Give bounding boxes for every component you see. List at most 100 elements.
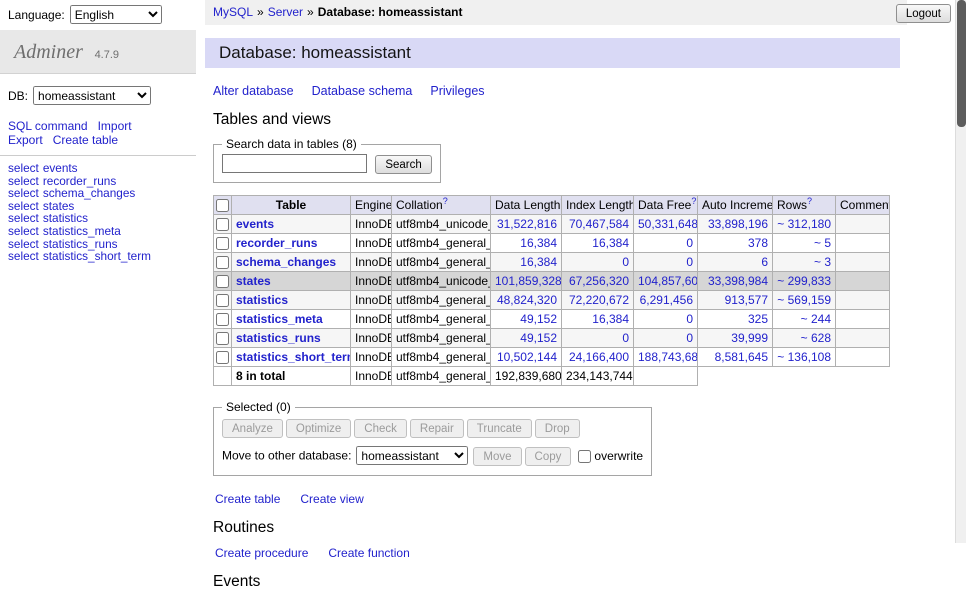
- auto-increment-link[interactable]: 8,581,645: [715, 350, 768, 364]
- sql-command-link[interactable]: SQL command: [8, 119, 88, 133]
- language-select[interactable]: English: [70, 5, 162, 24]
- overwrite-checkbox[interactable]: [578, 450, 591, 463]
- auto-increment-link[interactable]: 33,398,984: [708, 274, 768, 288]
- index-length-link[interactable]: 72,220,672: [569, 293, 629, 307]
- row-checkbox[interactable]: [216, 256, 229, 269]
- table-link[interactable]: events: [43, 161, 78, 175]
- data-free-link[interactable]: 0: [686, 236, 693, 250]
- index-length-link[interactable]: 0: [622, 255, 629, 269]
- index-length-link[interactable]: 70,467,584: [569, 217, 629, 231]
- create-table-link[interactable]: Create table: [53, 133, 118, 147]
- select-link[interactable]: select: [8, 249, 39, 263]
- rows-count-link[interactable]: ~ 5: [814, 236, 831, 250]
- auto-increment-link[interactable]: 39,999: [731, 331, 768, 345]
- table-name-link[interactable]: statistics_runs: [236, 331, 321, 345]
- col-header-auto-increment: Auto Increment?: [698, 196, 773, 215]
- rows-count-link[interactable]: ~ 569,159: [777, 293, 831, 307]
- rows-count-link[interactable]: ~ 312,180: [777, 217, 831, 231]
- data-length-link[interactable]: 16,384: [520, 255, 557, 269]
- privileges-link[interactable]: Privileges: [430, 84, 484, 98]
- data-free-link[interactable]: 0: [686, 255, 693, 269]
- table-name-link[interactable]: recorder_runs: [236, 236, 317, 250]
- analyze-button[interactable]: Analyze: [222, 419, 283, 438]
- row-checkbox[interactable]: [216, 351, 229, 364]
- data-free-link[interactable]: 188,743,680: [638, 350, 698, 364]
- table-link[interactable]: statistics_meta: [43, 224, 121, 238]
- data-length-link[interactable]: 31,522,816: [497, 217, 557, 231]
- scrollbar-thumb[interactable]: [957, 0, 966, 127]
- check-button[interactable]: Check: [354, 419, 407, 438]
- table-name-link[interactable]: statistics_meta: [236, 312, 323, 326]
- data-length-link[interactable]: 16,384: [520, 236, 557, 250]
- app-name[interactable]: Adminer: [14, 41, 83, 63]
- alter-database-link[interactable]: Alter database: [213, 84, 294, 98]
- logout-button[interactable]: Logout: [896, 4, 951, 23]
- optimize-button[interactable]: Optimize: [286, 419, 351, 438]
- copy-button[interactable]: Copy: [525, 447, 572, 466]
- move-db-select[interactable]: homeassistant: [356, 446, 468, 465]
- db-select[interactable]: homeassistant: [33, 86, 151, 105]
- rows-count-link[interactable]: ~ 136,108: [777, 350, 831, 364]
- data-free-link[interactable]: 0: [686, 331, 693, 345]
- table-link[interactable]: statistics_short_term: [43, 249, 151, 263]
- data-free-link[interactable]: 50,331,648: [638, 217, 698, 231]
- table-name-link[interactable]: events: [236, 217, 274, 231]
- create-table-link-main[interactable]: Create table: [215, 492, 280, 506]
- row-checkbox[interactable]: [216, 313, 229, 326]
- index-length-link[interactable]: 16,384: [592, 312, 629, 326]
- data-free-link[interactable]: 104,857,600: [638, 274, 698, 288]
- repair-button[interactable]: Repair: [410, 419, 464, 438]
- row-checkbox[interactable]: [216, 294, 229, 307]
- vertical-scrollbar[interactable]: [955, 0, 966, 543]
- data-length-link[interactable]: 49,152: [520, 331, 557, 345]
- rows-count-link[interactable]: ~ 3: [814, 255, 831, 269]
- breadcrumb-mysql-link[interactable]: MySQL: [213, 5, 253, 19]
- database-schema-link[interactable]: Database schema: [312, 84, 413, 98]
- row-checkbox[interactable]: [216, 275, 229, 288]
- table-name-link[interactable]: schema_changes: [236, 255, 336, 269]
- auto-increment-link[interactable]: 6: [761, 255, 768, 269]
- create-view-link[interactable]: Create view: [300, 492, 363, 506]
- engine-cell: InnoDB: [351, 310, 392, 329]
- rows-count-link[interactable]: ~ 244: [801, 312, 831, 326]
- index-length-link[interactable]: 67,256,320: [569, 274, 629, 288]
- data-length-link[interactable]: 10,502,144: [497, 350, 557, 364]
- search-button[interactable]: Search: [375, 155, 431, 174]
- auto-increment-link[interactable]: 378: [748, 236, 768, 250]
- breadcrumb-current: Database: homeassistant: [318, 5, 463, 19]
- auto-increment-link[interactable]: 913,577: [725, 293, 768, 307]
- create-procedure-link[interactable]: Create procedure: [215, 546, 308, 560]
- truncate-button[interactable]: Truncate: [467, 419, 532, 438]
- auto-increment-link[interactable]: 33,898,196: [708, 217, 768, 231]
- data-free-help-link[interactable]: ?: [691, 196, 696, 206]
- select-link[interactable]: select: [8, 161, 39, 175]
- index-length-link[interactable]: 24,166,400: [569, 350, 629, 364]
- row-checkbox[interactable]: [216, 218, 229, 231]
- breadcrumb-server-link[interactable]: Server: [268, 5, 303, 19]
- table-name-link[interactable]: states: [236, 274, 271, 288]
- index-length-link[interactable]: 16,384: [592, 236, 629, 250]
- row-checkbox[interactable]: [216, 332, 229, 345]
- create-function-link[interactable]: Create function: [328, 546, 409, 560]
- data-length-link[interactable]: 48,824,320: [497, 293, 557, 307]
- search-input[interactable]: [222, 154, 367, 173]
- move-button[interactable]: Move: [473, 447, 521, 466]
- table-name-link[interactable]: statistics: [236, 293, 288, 307]
- select-all-checkbox[interactable]: [216, 199, 229, 212]
- table-name-link[interactable]: statistics_short_term: [236, 350, 351, 364]
- data-free-link[interactable]: 0: [686, 312, 693, 326]
- rows-count-link[interactable]: ~ 628: [801, 331, 831, 345]
- index-length-link[interactable]: 0: [622, 331, 629, 345]
- data-length-link[interactable]: 49,152: [520, 312, 557, 326]
- data-length-link[interactable]: 101,859,328: [495, 274, 562, 288]
- rows-help-link[interactable]: ?: [807, 196, 812, 206]
- row-checkbox[interactable]: [216, 237, 229, 250]
- collation-help-link[interactable]: ?: [443, 196, 448, 206]
- auto-increment-link[interactable]: 325: [748, 312, 768, 326]
- rows-count-link[interactable]: ~ 299,833: [777, 274, 831, 288]
- select-link[interactable]: select: [8, 224, 39, 238]
- data-free-link[interactable]: 6,291,456: [640, 293, 693, 307]
- drop-button[interactable]: Drop: [535, 419, 580, 438]
- import-link[interactable]: Import: [98, 119, 132, 133]
- export-link[interactable]: Export: [8, 133, 43, 147]
